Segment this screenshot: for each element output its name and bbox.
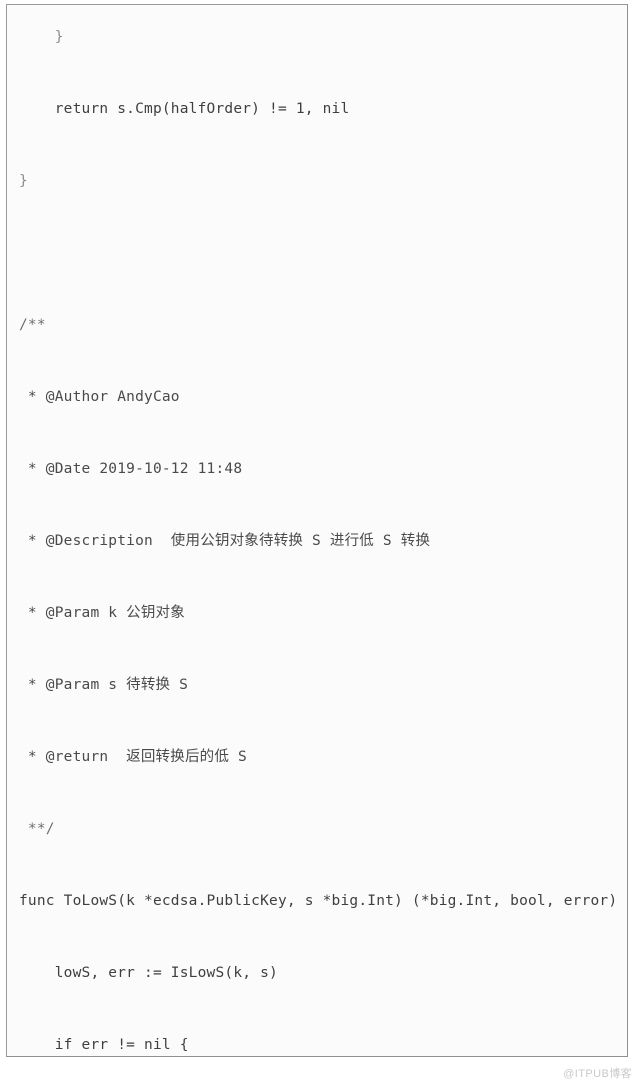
code-line: * @Param k 公钥对象	[19, 605, 185, 621]
code-line: * @Description 使用公钥对象待转换 S 进行低 S 转换	[19, 533, 431, 549]
code-line: /**	[19, 317, 46, 333]
code-line: if err != nil {	[19, 1037, 189, 1053]
code-line: * @Author AndyCao	[19, 389, 180, 405]
code-line: * @Date 2019-10-12 11:48	[19, 461, 243, 477]
code-line: * @Param s 待转换 S	[19, 677, 189, 693]
code-line: lowS, err := IsLowS(k, s)	[19, 965, 278, 981]
code-line: }	[19, 173, 28, 189]
page-root: } return s.Cmp(halfOrder) != 1, nil}/** …	[0, 0, 640, 1089]
code-line: }	[19, 29, 64, 45]
code-line-list: } return s.Cmp(halfOrder) != 1, nil}/** …	[7, 5, 628, 1056]
code-line: func ToLowS(k *ecdsa.PublicKey, s *big.I…	[19, 893, 628, 909]
code-line: return s.Cmp(halfOrder) != 1, nil	[19, 101, 350, 117]
code-line: **/	[19, 821, 55, 837]
code-line: * @return 返回转换后的低 S	[19, 749, 247, 765]
code-block: } return s.Cmp(halfOrder) != 1, nil}/** …	[6, 4, 628, 1057]
watermark-text: @ITPUB博客	[563, 1068, 632, 1080]
